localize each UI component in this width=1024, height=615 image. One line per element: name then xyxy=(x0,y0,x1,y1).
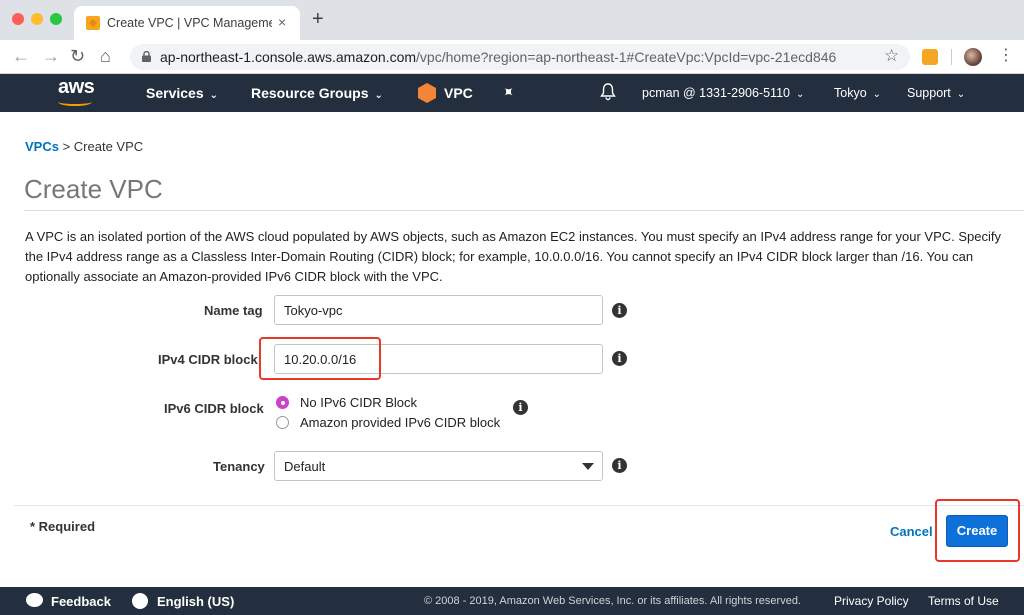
dropdown-caret-icon xyxy=(582,463,594,470)
pin-icon[interactable]: ✦ xyxy=(497,81,519,103)
toolbar-divider xyxy=(951,49,952,65)
resource-groups-label: Resource Groups xyxy=(251,85,369,101)
title-divider xyxy=(24,210,1024,211)
minimize-window-button[interactable] xyxy=(31,13,43,25)
url-text: ap-northeast-1.console.aws.amazon.com/vp… xyxy=(160,49,836,65)
support-menu[interactable]: Support ⌄ xyxy=(907,86,965,100)
chevron-down-icon: ⌄ xyxy=(209,90,218,101)
aws-favicon-icon xyxy=(86,16,100,30)
address-bar[interactable]: ap-northeast-1.console.aws.amazon.com/vp… xyxy=(130,44,910,70)
support-label: Support xyxy=(907,86,951,100)
resource-groups-menu[interactable]: Resource Groups ⌄ xyxy=(251,85,383,101)
profile-avatar[interactable] xyxy=(964,48,982,66)
back-arrow-icon[interactable]: ← xyxy=(12,46,30,66)
lock-icon xyxy=(142,51,151,62)
breadcrumb: VPCs > Create VPC xyxy=(25,139,143,154)
services-label: Services xyxy=(146,85,204,101)
feedback-icon xyxy=(26,593,43,607)
console-footer: Feedback English (US) © 2008 - 2019, Ama… xyxy=(0,587,1024,615)
name-tag-label: Name tag xyxy=(204,303,263,318)
chevron-down-icon: ⌄ xyxy=(956,89,966,100)
create-highlight-box xyxy=(935,499,1020,562)
feedback-link[interactable]: Feedback xyxy=(51,594,111,609)
bell-icon[interactable] xyxy=(600,83,616,101)
name-tag-input[interactable]: Tokyo-vpc xyxy=(274,295,603,325)
home-icon[interactable]: ⌂ xyxy=(100,46,111,66)
browser-toolbar: ← → ↻ ⌂ ap-northeast-1.console.aws.amazo… xyxy=(0,40,1024,74)
info-icon[interactable]: i xyxy=(612,458,627,473)
chevron-down-icon: ⌄ xyxy=(374,90,383,101)
info-icon[interactable]: i xyxy=(513,400,528,415)
terms-of-use-link[interactable]: Terms of Use xyxy=(928,594,999,608)
url-host: ap-northeast-1.console.aws.amazon.com xyxy=(160,49,417,65)
ipv6-none-radio[interactable] xyxy=(276,396,289,409)
new-tab-button[interactable]: + xyxy=(312,9,324,29)
breadcrumb-vpcs-link[interactable]: VPCs xyxy=(25,139,59,154)
ipv4-cidr-label: IPv4 CIDR block xyxy=(158,352,258,367)
required-note: * Required xyxy=(30,519,96,534)
vpc-shortcut[interactable]: VPC xyxy=(444,85,473,101)
copyright-text: © 2008 - 2019, Amazon Web Services, Inc.… xyxy=(424,595,801,607)
account-menu[interactable]: pcman @ 1331-2906-5110 ⌄ xyxy=(642,86,804,100)
ipv6-none-label[interactable]: No IPv6 CIDR Block xyxy=(300,395,417,410)
tenancy-label: Tenancy xyxy=(213,459,265,474)
page-description: A VPC is an isolated portion of the AWS … xyxy=(25,229,1002,284)
breadcrumb-current: > Create VPC xyxy=(62,139,144,154)
cancel-button[interactable]: Cancel xyxy=(890,524,933,539)
kebab-menu-icon[interactable]: ⋮ xyxy=(998,46,1014,66)
page-title: Create VPC xyxy=(24,174,163,204)
aws-nav-bar: aws Services ⌄ Resource Groups ⌄ VPC ✦ pcm… xyxy=(0,74,1024,112)
zoom-window-button[interactable] xyxy=(50,13,62,25)
ipv6-cidr-label: IPv6 CIDR block xyxy=(164,401,264,416)
form-divider xyxy=(14,505,1024,506)
tab-title: Create VPC | VPC Management xyxy=(107,16,272,30)
globe-icon xyxy=(132,593,148,609)
services-menu[interactable]: Services ⌄ xyxy=(146,85,218,101)
tab-close-icon[interactable]: × xyxy=(278,14,286,30)
ipv6-amazon-radio[interactable] xyxy=(276,416,289,429)
close-window-button[interactable] xyxy=(12,13,24,25)
ipv4-highlight-box xyxy=(259,337,381,380)
url-path: /vpc/home?region=ap-northeast-1#CreateVp… xyxy=(416,49,837,65)
info-icon[interactable]: i xyxy=(612,303,627,318)
tenancy-value: Default xyxy=(284,459,326,474)
aws-logo[interactable]: aws xyxy=(58,76,95,99)
chevron-down-icon: ⌄ xyxy=(795,89,805,100)
region-label: Tokyo xyxy=(834,86,867,100)
chevron-down-icon: ⌄ xyxy=(872,89,882,100)
account-label: pcman @ 1331-2906-5110 xyxy=(642,86,790,100)
privacy-policy-link[interactable]: Privacy Policy xyxy=(834,594,909,608)
language-selector[interactable]: English (US) xyxy=(157,594,234,609)
region-menu[interactable]: Tokyo ⌄ xyxy=(834,86,881,100)
extension-icon[interactable] xyxy=(922,49,938,65)
bookmark-star-icon[interactable]: ☆ xyxy=(884,46,899,66)
info-icon[interactable]: i xyxy=(612,351,627,366)
aws-smile-logo xyxy=(58,98,92,106)
reload-icon[interactable]: ↻ xyxy=(70,46,85,66)
browser-tab-bar: Create VPC | VPC Management × + xyxy=(0,0,1024,40)
forward-arrow-icon[interactable]: → xyxy=(42,46,60,66)
vpc-icon xyxy=(418,83,436,103)
ipv6-amazon-label[interactable]: Amazon provided IPv6 CIDR block xyxy=(300,415,500,430)
tenancy-select[interactable]: Default xyxy=(274,451,603,481)
browser-tab[interactable]: Create VPC | VPC Management × xyxy=(74,6,300,40)
